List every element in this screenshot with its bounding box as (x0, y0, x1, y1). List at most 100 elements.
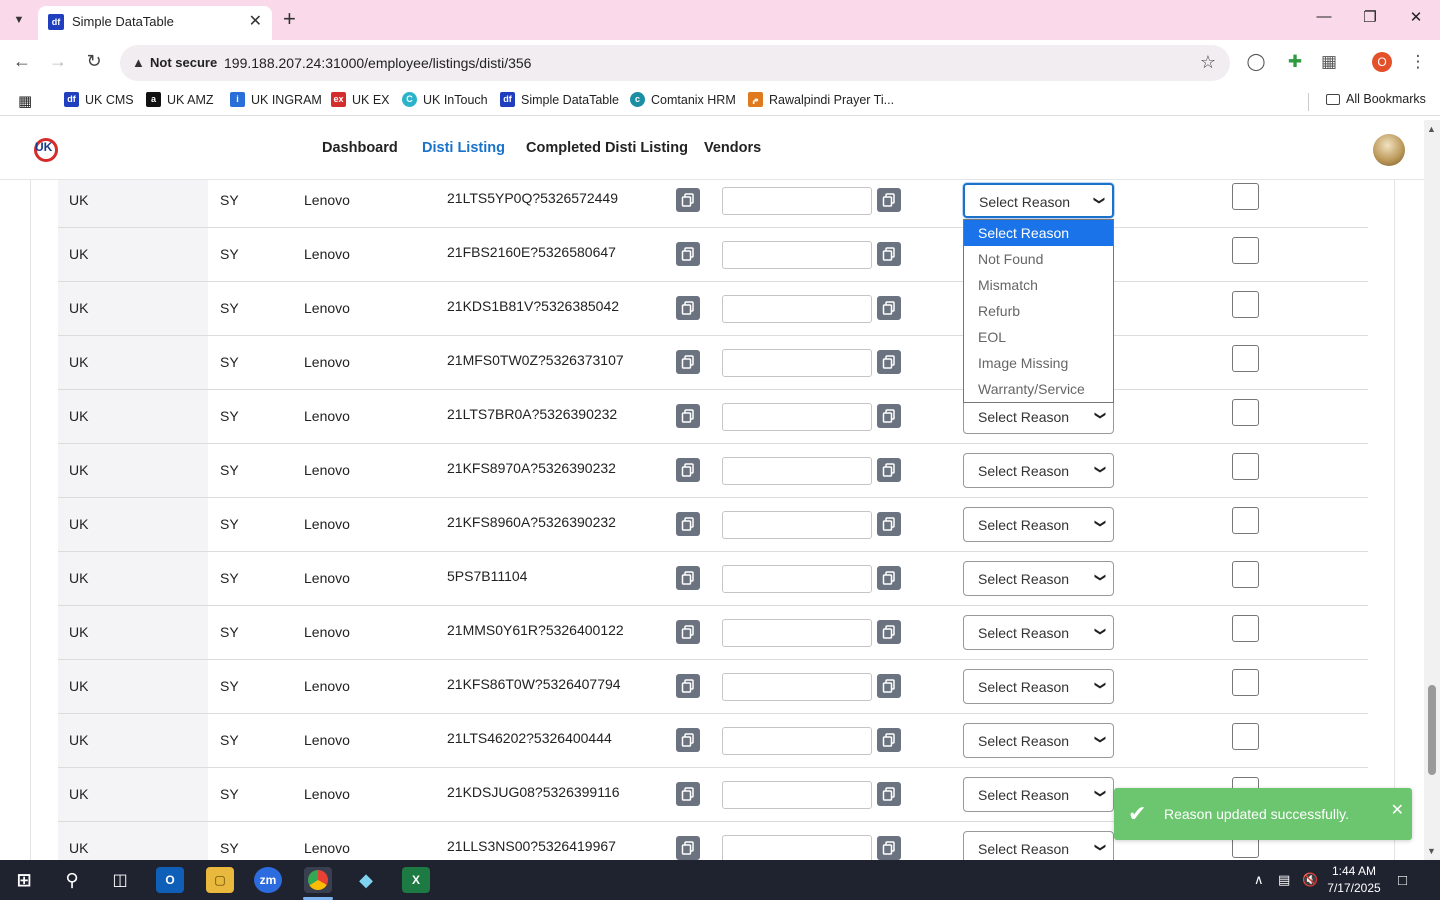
network-icon[interactable]: ▤ (1278, 872, 1290, 888)
bookmark-uk-ex[interactable]: ex UK EX (331, 92, 390, 107)
nav-dashboard[interactable]: Dashboard (322, 140, 398, 156)
nav-completed-disti-listing[interactable]: Completed Disti Listing (526, 140, 688, 156)
not-secure-warning-icon[interactable]: ▲ (132, 55, 145, 70)
zoom-icon[interactable]: zm (254, 867, 282, 893)
volume-muted-icon[interactable]: 🔇 (1302, 872, 1318, 888)
dropdown-option[interactable]: Not Found (964, 246, 1113, 272)
bookmark-uk-intouch[interactable]: C UK InTouch (402, 92, 488, 107)
notifications-icon[interactable]: □ (1398, 872, 1407, 889)
address-bar[interactable]: ▲ Not secure 199.188.207.24:31000/employ… (120, 45, 1230, 81)
profile-avatar[interactable]: O (1372, 52, 1392, 72)
reason-select[interactable]: Select Reason ❯ (963, 453, 1114, 488)
copy-sku-icon[interactable] (676, 296, 700, 320)
reason-select[interactable]: Select Reason ❯ (963, 507, 1114, 542)
bookmark-uk-amz[interactable]: a UK AMZ (146, 92, 214, 107)
minimize-icon[interactable]: — (1314, 8, 1334, 25)
tab-close-icon[interactable]: ✕ (249, 11, 262, 31)
extensions-puzzle-icon[interactable]: ▦ (1318, 52, 1340, 72)
page-scrollbar[interactable]: ▲ ▼ (1424, 120, 1440, 860)
row-checkbox[interactable] (1232, 723, 1259, 750)
translate-globe-icon[interactable]: ◯ (1245, 52, 1267, 72)
all-bookmarks-folder[interactable]: All Bookmarks (1326, 92, 1426, 106)
row-checkbox[interactable] (1232, 615, 1259, 642)
reason-select[interactable]: Select Reason ❯ (963, 723, 1114, 758)
bookmark-uk-ingram[interactable]: i UK INGRAM (230, 92, 322, 107)
toast-close-icon[interactable]: ✕ (1391, 800, 1404, 820)
reason-select[interactable]: Select Reason ❯ (963, 183, 1114, 218)
nav-vendors[interactable]: Vendors (704, 140, 761, 156)
extension-plus-icon[interactable]: ✚ (1284, 52, 1306, 72)
reason-select[interactable]: Select Reason ❯ (963, 399, 1114, 434)
listing-input[interactable] (722, 511, 872, 539)
copy-input-icon[interactable] (877, 296, 901, 320)
copy-sku-icon[interactable] (676, 620, 700, 644)
listing-input[interactable] (722, 835, 872, 860)
row-checkbox[interactable] (1232, 291, 1259, 318)
excel-icon[interactable]: X (402, 867, 430, 893)
row-checkbox[interactable] (1232, 183, 1259, 210)
copy-sku-icon[interactable] (676, 782, 700, 806)
reason-select[interactable]: Select Reason ❯ (963, 669, 1114, 704)
dropdown-option[interactable]: Warranty/Service (964, 376, 1113, 402)
listing-input[interactable] (722, 349, 872, 377)
search-icon[interactable]: ⚲ (58, 867, 86, 893)
listing-input[interactable] (722, 403, 872, 431)
copy-input-icon[interactable] (877, 782, 901, 806)
copy-sku-icon[interactable] (676, 242, 700, 266)
bookmark-uk-cms[interactable]: df UK CMS (64, 92, 134, 107)
copy-input-icon[interactable] (877, 350, 901, 374)
scroll-up-arrow-icon[interactable]: ▲ (1427, 124, 1436, 134)
copy-input-icon[interactable] (877, 242, 901, 266)
row-checkbox[interactable] (1232, 669, 1259, 696)
url-text[interactable]: 199.188.207.24:31000/employee/listings/d… (224, 55, 531, 71)
bookmark-comtanix-hrm[interactable]: c Comtanix HRM (630, 92, 736, 107)
tray-chevron-icon[interactable]: ∧ (1254, 872, 1264, 888)
copy-input-icon[interactable] (877, 674, 901, 698)
row-checkbox[interactable] (1232, 453, 1259, 480)
listing-input[interactable] (722, 187, 872, 215)
outlook-icon[interactable]: O (156, 867, 184, 893)
listing-input[interactable] (722, 727, 872, 755)
copy-sku-icon[interactable] (676, 512, 700, 536)
security-label[interactable]: Not secure (150, 55, 217, 70)
window-close-icon[interactable]: ✕ (1406, 8, 1426, 26)
copy-input-icon[interactable] (877, 566, 901, 590)
chrome-icon[interactable] (304, 867, 332, 893)
listing-input[interactable] (722, 241, 872, 269)
reason-select[interactable]: Select Reason ❯ (963, 831, 1114, 860)
copy-sku-icon[interactable] (676, 188, 700, 212)
copy-sku-icon[interactable] (676, 566, 700, 590)
copy-input-icon[interactable] (877, 728, 901, 752)
app-diamond-icon[interactable]: ◆ (352, 867, 380, 893)
copy-input-icon[interactable] (877, 512, 901, 536)
reload-icon[interactable]: ↻ (82, 51, 106, 72)
listing-input[interactable] (722, 295, 872, 323)
copy-input-icon[interactable] (877, 620, 901, 644)
nav-disti-listing[interactable]: Disti Listing (422, 140, 505, 156)
user-avatar[interactable] (1373, 134, 1405, 166)
browser-tab[interactable]: df Simple DataTable ✕ (38, 6, 272, 40)
dropdown-option[interactable]: Select Reason (964, 220, 1113, 246)
back-arrow-icon[interactable]: ← (10, 51, 34, 72)
dropdown-option[interactable]: EOL (964, 324, 1113, 350)
listing-input[interactable] (722, 673, 872, 701)
dropdown-option[interactable]: Mismatch (964, 272, 1113, 298)
copy-input-icon[interactable] (877, 458, 901, 482)
copy-input-icon[interactable] (877, 404, 901, 428)
file-explorer-icon[interactable]: ▢ (206, 867, 234, 893)
forward-arrow-icon[interactable]: → (46, 51, 70, 72)
row-checkbox[interactable] (1232, 399, 1259, 426)
bookmark-star-icon[interactable]: ☆ (1200, 52, 1216, 73)
windows-start-icon[interactable]: ⊞ (10, 867, 38, 893)
task-view-icon[interactable]: ◫ (106, 867, 134, 893)
row-checkbox[interactable] (1232, 507, 1259, 534)
row-checkbox[interactable] (1232, 561, 1259, 588)
new-tab-plus-icon[interactable]: + (283, 6, 296, 32)
copy-input-icon[interactable] (877, 188, 901, 212)
uk-logo-icon[interactable]: UK (34, 138, 58, 162)
copy-sku-icon[interactable] (676, 350, 700, 374)
taskbar-clock[interactable]: 1:44 AM 7/17/2025 (1324, 863, 1384, 897)
copy-sku-icon[interactable] (676, 404, 700, 428)
apps-grid-icon[interactable]: ▦ (18, 92, 32, 110)
tab-search-chevron-icon[interactable]: ▼ (8, 9, 30, 31)
